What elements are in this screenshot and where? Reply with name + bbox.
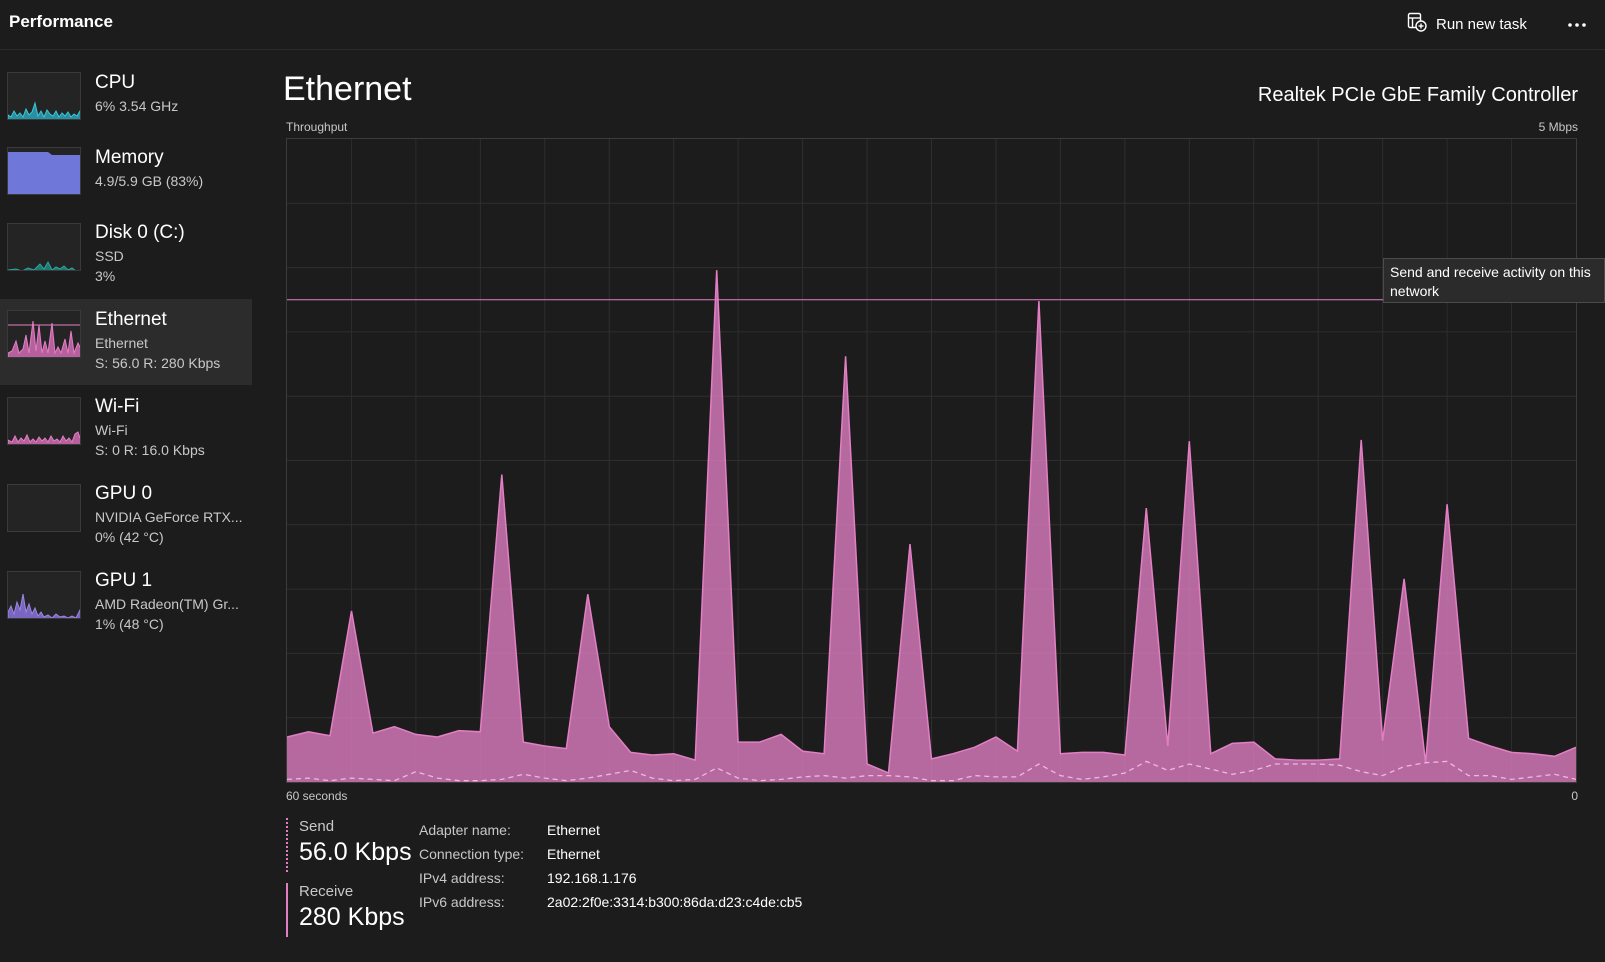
gpu1-thumbnail-graph (7, 571, 81, 619)
receive-value: 280 Kbps (299, 903, 405, 931)
sidebar-item-name: Disk 0 (C:) (95, 222, 185, 243)
more-options-button[interactable] (1563, 10, 1591, 38)
detail-value: Ethernet (547, 846, 600, 862)
adapter-details: Adapter name: Ethernet Connection type: … (419, 818, 802, 914)
sidebar-item-disk-0[interactable]: Disk 0 (C:) SSD 3% (0, 212, 252, 298)
detail-row-adapter-name: Adapter name: Ethernet (419, 818, 802, 842)
adapter-description: Realtek PCIe GbE Family Controller (1257, 84, 1578, 106)
receive-label: Receive (299, 883, 354, 900)
detail-key: IPv4 address: (419, 870, 505, 886)
sidebar-item-detail: AMD Radeon(TM) Gr... (95, 596, 239, 612)
page-title: Performance (9, 12, 113, 31)
memory-thumbnail-graph (7, 147, 81, 195)
detail-row-ipv4: IPv4 address: 192.168.1.176 (419, 866, 802, 890)
sidebar-item-gpu-1[interactable]: GPU 1 AMD Radeon(TM) Gr... 1% (48 °C) (0, 560, 252, 646)
throughput-graph[interactable] (286, 138, 1577, 783)
graph-y-max-label: 5 Mbps (1538, 120, 1578, 134)
detail-row-connection-type: Connection type: Ethernet (419, 842, 802, 866)
sidebar-item-detail: SSD (95, 248, 124, 264)
gpu0-thumbnail-graph (7, 484, 81, 532)
sidebar-item-name: CPU (95, 72, 136, 93)
cpu-thumbnail-graph (7, 72, 81, 120)
sidebar-item-detail-2: 0% (42 °C) (95, 529, 164, 545)
send-value: 56.0 Kbps (299, 838, 412, 866)
send-stat: Send 56.0 Kbps (286, 818, 412, 872)
graph-x-right-label: 0 (1571, 789, 1578, 803)
sidebar-item-cpu[interactable]: CPU 6% 3.54 GHz (0, 62, 252, 135)
detail-key: IPv6 address: (419, 894, 505, 910)
sidebar-item-wifi[interactable]: Wi-Fi Wi-Fi S: 0 R: 16.0 Kbps (0, 386, 252, 472)
detail-value: 2a02:2f0e:3314:b300:86da:d23:c4de:cb5 (547, 894, 803, 910)
detail-value: Ethernet (547, 822, 600, 838)
ethernet-thumbnail-graph (7, 310, 81, 358)
sidebar-item-memory[interactable]: Memory 4.9/5.9 GB (83%) (0, 137, 252, 210)
sidebar-item-name: Wi-Fi (95, 396, 140, 417)
send-label: Send (299, 818, 335, 835)
adapter-title: Ethernet (283, 70, 412, 108)
sidebar-item-name: GPU 1 (95, 570, 153, 591)
run-task-label: Run new task (1436, 15, 1527, 33)
sidebar-item-detail-2: S: 0 R: 16.0 Kbps (95, 442, 205, 458)
detail-key: Adapter name: (419, 822, 511, 838)
sidebar-item-name: Ethernet (95, 309, 167, 330)
disk-thumbnail-graph (7, 223, 81, 271)
sidebar-item-detail: 6% 3.54 GHz (95, 98, 179, 114)
sidebar-item-detail-2: 1% (48 °C) (95, 616, 164, 632)
sidebar-item-detail: Wi-Fi (95, 422, 128, 438)
detail-value: 192.168.1.176 (547, 870, 637, 886)
sidebar-item-detail: 4.9/5.9 GB (83%) (95, 173, 204, 189)
graph-x-left-label: 60 seconds (286, 789, 348, 803)
receive-stat: Receive 280 Kbps (286, 883, 405, 937)
sidebar-item-ethernet[interactable]: Ethernet Ethernet S: 56.0 R: 280 Kbps (0, 299, 252, 385)
wifi-thumbnail-graph (7, 397, 81, 445)
sidebar-item-detail-2: S: 56.0 R: 280 Kbps (95, 355, 221, 371)
app-header: Performance Run new task (0, 0, 1605, 50)
run-task-icon (1407, 12, 1427, 36)
sidebar-item-name: Memory (95, 147, 164, 168)
more-dots-icon (1567, 15, 1587, 33)
detail-row-ipv6: IPv6 address: 2a02:2f0e:3314:b300:86da:d… (419, 890, 802, 914)
sidebar-item-detail: Ethernet (95, 335, 148, 351)
sidebar-item-detail-2: 3% (95, 268, 116, 284)
run-new-task-button[interactable]: Run new task (1407, 10, 1527, 38)
graph-y-label: Throughput (286, 120, 348, 134)
sidebar-item-detail: NVIDIA GeForce RTX... (95, 509, 243, 525)
sidebar-item-gpu-0[interactable]: GPU 0 NVIDIA GeForce RTX... 0% (42 °C) (0, 473, 252, 559)
sidebar-item-name: GPU 0 (95, 483, 153, 504)
graph-tooltip: Send and receive activity on this networ… (1383, 258, 1605, 303)
detail-key: Connection type: (419, 846, 525, 862)
throughput-graph-canvas (287, 139, 1576, 782)
